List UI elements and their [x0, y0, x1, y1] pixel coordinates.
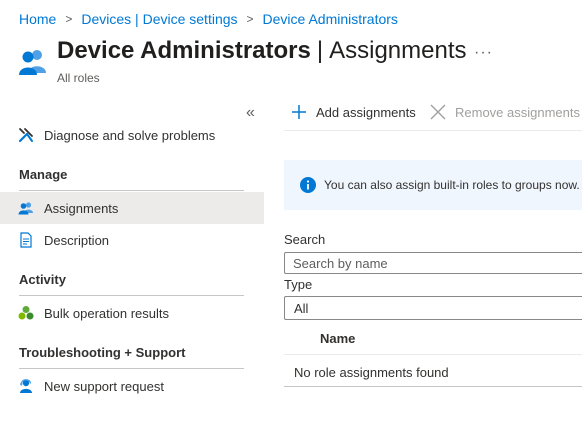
sidebar-divider: [19, 368, 244, 369]
remove-assignments-label: Remove assignments: [455, 104, 580, 120]
page-title: Device Administrators | Assignments: [57, 37, 467, 65]
sidebar-divider: [19, 295, 244, 296]
close-icon: [429, 103, 447, 121]
sidebar-item-label: Bulk operation results: [44, 305, 170, 321]
breadcrumb: Home > Devices | Device settings > Devic…: [19, 11, 398, 27]
table-header-divider: [284, 354, 582, 355]
breadcrumb-device-administrators-link[interactable]: Device Administrators: [263, 11, 398, 27]
sidebar-section-activity: Activity: [19, 272, 66, 287]
sidebar-item-description[interactable]: Description: [0, 224, 264, 256]
sidebar-item-assignments[interactable]: Assignments: [0, 192, 264, 224]
search-label: Search: [284, 232, 326, 247]
users-icon: [18, 200, 34, 216]
bulk-operations-icon: [18, 305, 34, 321]
document-icon: [18, 232, 34, 248]
type-dropdown-value: All: [294, 300, 309, 316]
page-title-main: Device Administrators: [57, 37, 311, 64]
sidebar-section-manage: Manage: [19, 167, 68, 182]
sidebar-item-label: New support request: [44, 378, 164, 394]
table-row-divider: [284, 386, 582, 387]
breadcrumb-home-link[interactable]: Home: [19, 11, 56, 27]
sidebar-item-new-support-request[interactable]: New support request: [0, 370, 264, 402]
search-field[interactable]: [284, 252, 582, 274]
page-title-separator: |: [316, 37, 324, 64]
plus-icon: [290, 103, 308, 121]
command-bar-divider: [284, 130, 582, 131]
sidebar-item-label: Assignments: [44, 200, 119, 216]
support-person-icon: [18, 378, 34, 394]
breadcrumb-separator: >: [246, 12, 254, 26]
sidebar-item-bulk-operation-results[interactable]: Bulk operation results: [0, 297, 264, 329]
info-icon: [300, 177, 316, 193]
column-header-name[interactable]: Name: [320, 331, 355, 346]
type-dropdown[interactable]: All: [284, 296, 582, 320]
remove-assignments-button[interactable]: Remove assignments: [429, 103, 580, 121]
search-input[interactable]: [293, 255, 574, 271]
add-assignments-label: Add assignments: [316, 104, 416, 120]
role-users-icon: [18, 46, 48, 76]
breadcrumb-device-settings-link[interactable]: Devices | Device settings: [81, 11, 237, 27]
info-banner: You can also assign built-in roles to gr…: [284, 160, 582, 210]
sidebar-section-troubleshooting-support: Troubleshooting + Support: [19, 345, 186, 360]
page-title-section: Assignments: [329, 37, 467, 64]
page-subtitle: All roles: [57, 71, 100, 85]
sidebar-item-label: Diagnose and solve problems: [44, 127, 216, 143]
wrench-icon: [18, 127, 34, 143]
sidebar-divider: [19, 190, 244, 191]
type-label: Type: [284, 277, 313, 292]
add-assignments-button[interactable]: Add assignments: [290, 103, 416, 121]
more-options-button[interactable]: ···: [474, 44, 493, 62]
empty-table-message: No role assignments found: [294, 365, 449, 380]
info-banner-text: You can also assign built-in roles to gr…: [324, 178, 580, 192]
sidebar-item-label: Description: [44, 232, 110, 248]
breadcrumb-separator: >: [65, 12, 73, 26]
sidebar-item-diagnose-and-solve-problems[interactable]: Diagnose and solve problems: [0, 119, 264, 151]
